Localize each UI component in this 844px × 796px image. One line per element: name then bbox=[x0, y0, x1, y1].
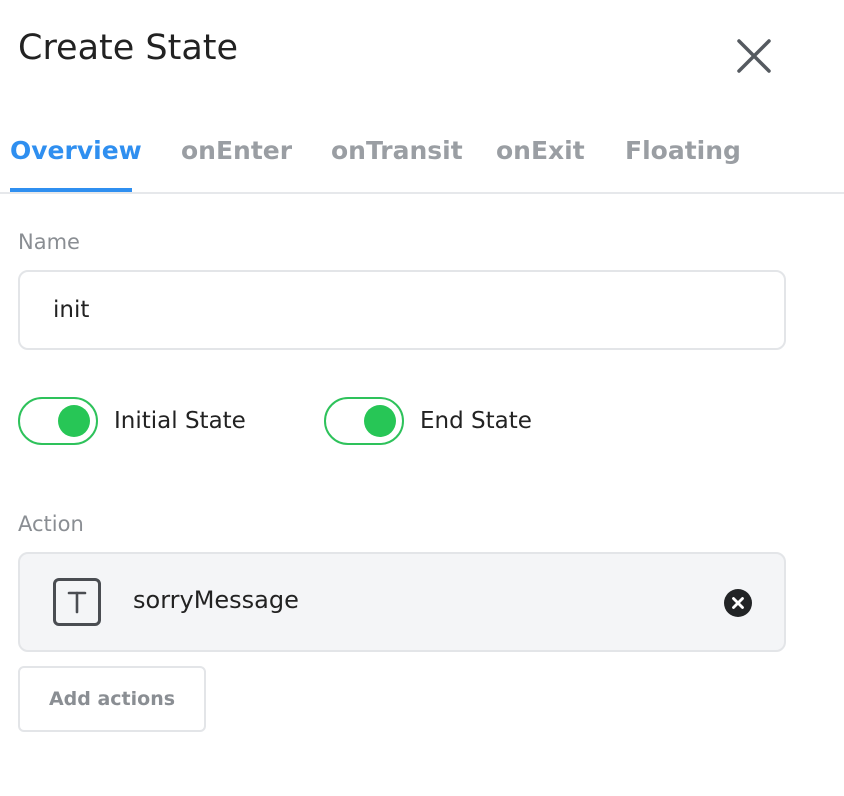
name-label: Name bbox=[18, 230, 80, 254]
end-state-toggle[interactable] bbox=[324, 397, 404, 445]
close-icon bbox=[737, 39, 771, 73]
tab-overview[interactable]: Overview bbox=[10, 136, 142, 165]
tab-onenter[interactable]: onEnter bbox=[181, 136, 292, 165]
text-type-icon bbox=[53, 578, 101, 626]
initial-state-toggle[interactable] bbox=[18, 397, 98, 445]
remove-circle-icon bbox=[724, 589, 752, 617]
end-state-label: End State bbox=[420, 408, 532, 434]
tab-onexit[interactable]: onExit bbox=[496, 136, 585, 165]
active-tab-indicator bbox=[10, 188, 132, 192]
toggle-knob bbox=[364, 405, 396, 437]
tab-floating[interactable]: Floating bbox=[625, 136, 741, 165]
action-label: Action bbox=[18, 512, 84, 536]
remove-action-button[interactable] bbox=[724, 589, 752, 617]
action-item[interactable]: sorryMessage bbox=[18, 552, 786, 652]
name-input[interactable] bbox=[18, 270, 786, 350]
add-actions-button[interactable]: Add actions bbox=[18, 666, 206, 732]
tab-bar: Overview onEnter onTransit onExit Floati… bbox=[0, 124, 844, 194]
tab-ontransit[interactable]: onTransit bbox=[331, 136, 463, 165]
toggle-knob bbox=[58, 405, 90, 437]
end-state-toggle-group[interactable]: End State bbox=[324, 397, 532, 445]
create-state-dialog: Create State Overview onEnter onTransit … bbox=[0, 0, 844, 796]
initial-state-toggle-group[interactable]: Initial State bbox=[18, 397, 246, 445]
initial-state-label: Initial State bbox=[114, 408, 246, 434]
close-button[interactable] bbox=[731, 34, 777, 78]
dialog-title: Create State bbox=[18, 28, 239, 68]
action-name: sorryMessage bbox=[133, 586, 299, 614]
